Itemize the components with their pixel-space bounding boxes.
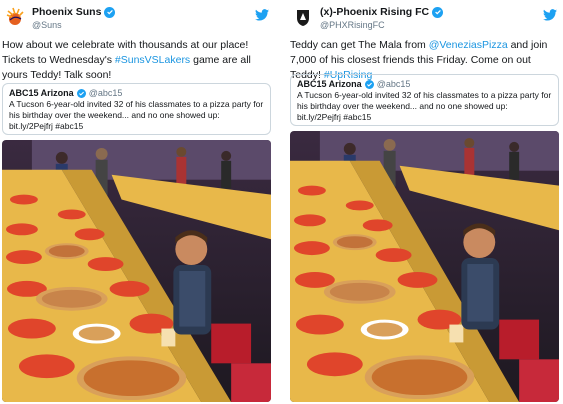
twitter-bird-icon[interactable] — [543, 8, 557, 21]
account-handle[interactable]: @Suns — [32, 20, 115, 30]
account-handle[interactable]: @PHXRisingFC — [320, 20, 443, 30]
quoted-account-name: ABC15 Arizona — [9, 88, 74, 98]
quoted-account-name: ABC15 Arizona — [297, 79, 362, 89]
quoted-tweet[interactable]: ABC15 Arizona @abc15 A Tucson 6-year-old… — [2, 83, 271, 135]
twitter-bird-icon[interactable] — [255, 8, 269, 21]
tweet-phoenix-rising: (x)-Phoenix Rising FC @PHXRisingFC Teddy… — [288, 0, 563, 404]
verified-badge-icon — [104, 6, 116, 18]
suns-logo-icon[interactable] — [4, 6, 26, 28]
quoted-tweet-text: A Tucson 6-year-old invited 32 of his cl… — [9, 99, 264, 131]
tweet-header: (x)-Phoenix Rising FC @PHXRisingFC — [288, 0, 563, 36]
mention-link[interactable]: @VeneziasPizza — [429, 39, 508, 51]
quoted-account-handle: @abc15 — [376, 79, 411, 89]
tweet-photo[interactable] — [2, 140, 271, 402]
account-name[interactable]: Phoenix Suns — [32, 6, 101, 18]
verified-badge-icon — [432, 6, 444, 18]
tweet-photo[interactable] — [290, 131, 559, 402]
rising-fc-logo-icon[interactable] — [292, 6, 314, 28]
verified-badge-icon — [76, 88, 86, 98]
tweet-header: Phoenix Suns @Suns — [0, 0, 275, 36]
account-name[interactable]: (x)-Phoenix Rising FC — [320, 6, 429, 18]
quoted-tweet-text: A Tucson 6-year-old invited 32 of his cl… — [297, 90, 552, 122]
quoted-account-handle: @abc15 — [88, 88, 123, 98]
tweet-phoenix-suns: Phoenix Suns @Suns How about we celebrat… — [0, 0, 275, 404]
verified-badge-icon — [364, 79, 374, 89]
hashtag-link[interactable]: #SunsVSLakers — [115, 54, 190, 66]
tweet-text: How about we celebrate with thousands at… — [2, 39, 251, 81]
quoted-tweet[interactable]: ABC15 Arizona @abc15 A Tucson 6-year-old… — [290, 74, 559, 126]
